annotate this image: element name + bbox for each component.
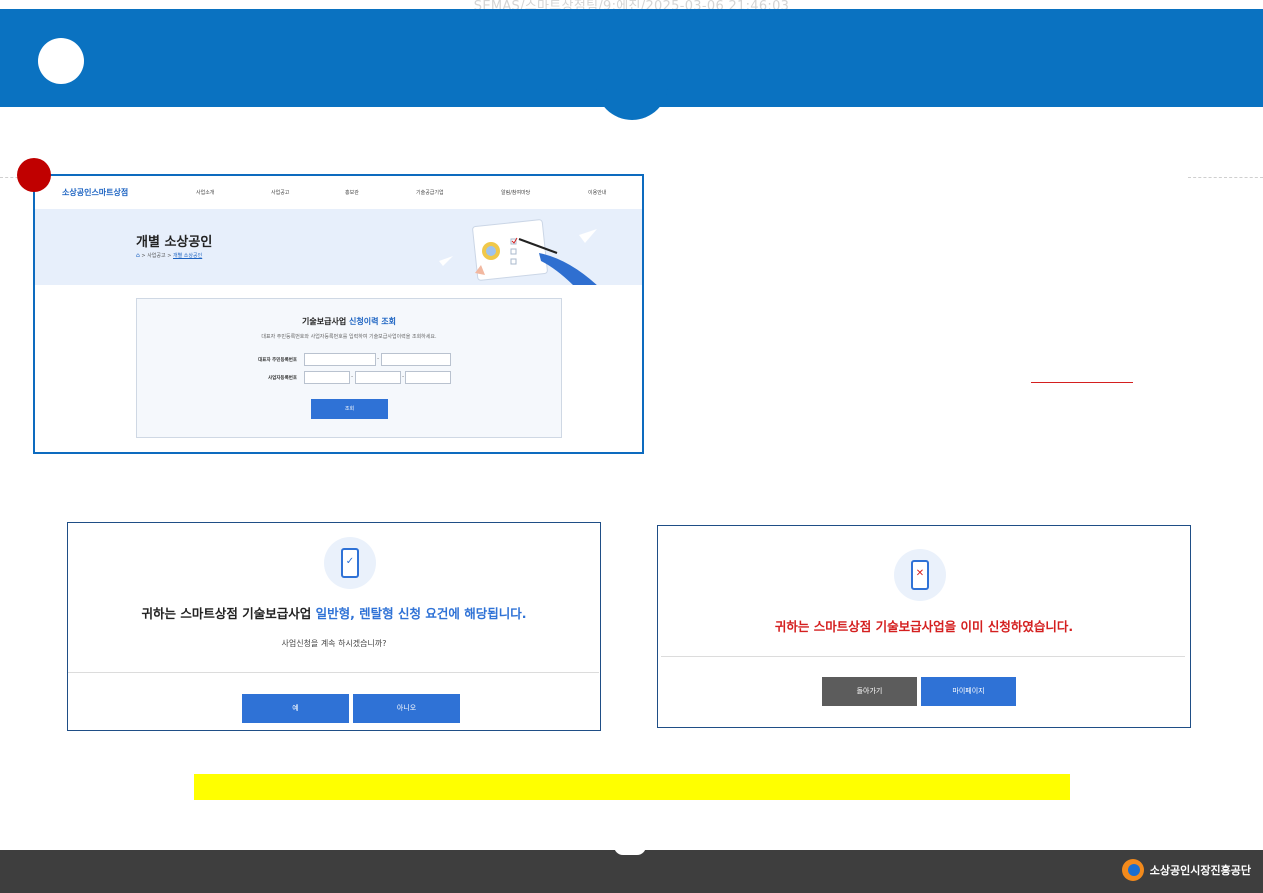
nav-item-guide[interactable]: 이용안내	[588, 189, 606, 196]
footer-org-logo: 소상공인시장진흥공단	[1121, 858, 1251, 882]
home-icon[interactable]: ⌂	[136, 252, 140, 259]
brn-label: 사업자등록번호	[268, 376, 297, 381]
rrn-label: 대표자 주민등록번호	[258, 358, 297, 363]
eligible-title-prefix: 귀하는 스마트상점 기술보급사업	[141, 606, 312, 621]
phone-icon: ✕	[911, 560, 929, 590]
nav-item-notice[interactable]: 사업공고	[271, 189, 289, 196]
nav-item-intro[interactable]: 사업소개	[196, 189, 214, 196]
no-button[interactable]: 아니오	[353, 694, 460, 723]
yes-button[interactable]: 예	[242, 694, 349, 723]
site-logo[interactable]: 소상공인스마트상점	[62, 187, 128, 198]
highlight-bar	[194, 774, 1070, 800]
history-lookup-screenshot: 소상공인스마트상점 사업소개 사업공고 홍보관 기술공급기업 알림/참여마당 이…	[33, 174, 644, 454]
x-icon: ✕	[915, 568, 925, 579]
dialog-divider	[68, 672, 599, 673]
header-tab-notch	[596, 82, 668, 120]
already-applied-dialog: ✕ 귀하는 스마트상점 기술보급사업을 이미 신청하였습니다. 돌아가기 마이페…	[657, 525, 1191, 728]
eligible-title-highlight: 일반형, 렌탈형 신청 요건에 해당됩니다.	[315, 606, 527, 621]
form-title-highlight: 신청이력 조회	[349, 317, 396, 326]
brn-separator-1: -	[351, 373, 354, 380]
header-circle-marker	[38, 38, 84, 84]
rrn-front-input[interactable]	[304, 353, 376, 366]
phone-icon: ✓	[341, 548, 359, 578]
history-lookup-form: 기술보급사업 신청이력 조회 대표자 주민등록번호와 사업자등록번호를 입력하여…	[136, 298, 562, 438]
footer-tab-notch	[614, 846, 646, 855]
hero-banner: 개별 소상공인 ⌂ > 사업공고 > 개별 소상공인	[35, 209, 642, 285]
breadcrumb-separator: >	[167, 253, 172, 259]
nav-item-suppliers[interactable]: 기술공급기업	[416, 189, 444, 196]
form-title: 기술보급사업 신청이력 조회	[137, 316, 561, 327]
eligible-dialog: ✓ 귀하는 스마트상점 기술보급사업 일반형, 렌탈형 신청 요건에 해당됩니다…	[67, 522, 601, 731]
brn-separator-2: -	[402, 373, 405, 380]
already-applied-title: 귀하는 스마트상점 기술보급사업을 이미 신청하였습니다.	[774, 619, 1074, 634]
rrn-separator: -	[377, 355, 380, 362]
breadcrumb-current[interactable]: 개별 소상공인	[173, 253, 202, 259]
form-description: 대표자 주민등록번호와 사업자등록번호를 입력하여 기술보급사업이력을 조회하세…	[261, 334, 437, 340]
brn-part2-input[interactable]	[355, 371, 401, 384]
phone-x-icon: ✕	[894, 549, 946, 601]
breadcrumb-item[interactable]: 사업공고	[147, 253, 165, 259]
red-marker	[17, 158, 51, 192]
divider-right	[1188, 177, 1263, 178]
brn-part3-input[interactable]	[405, 371, 451, 384]
phone-check-icon: ✓	[324, 537, 376, 589]
nav-item-community[interactable]: 알림/참여마당	[501, 189, 530, 196]
dialog-divider	[661, 656, 1185, 657]
page-title: 개별 소상공인	[136, 235, 213, 250]
brn-part1-input[interactable]	[304, 371, 350, 384]
red-underline	[1031, 382, 1133, 383]
footer-org-name: 소상공인시장진흥공단	[1149, 864, 1251, 877]
eligible-dialog-title: 귀하는 스마트상점 기술보급사업 일반형, 렌탈형 신청 요건에 해당됩니다.	[68, 603, 600, 622]
site-nav: 소상공인스마트상점 사업소개 사업공고 홍보관 기술공급기업 알림/참여마당 이…	[35, 176, 642, 208]
smart-shop-illustration	[439, 219, 597, 285]
eligible-dialog-question: 사업신청을 계속 하시겠습니까?	[281, 639, 387, 648]
back-button[interactable]: 돌아가기	[822, 677, 917, 706]
nav-item-pr[interactable]: 홍보관	[345, 189, 359, 196]
rrn-back-input[interactable]	[381, 353, 451, 366]
breadcrumb: ⌂ > 사업공고 > 개별 소상공인	[136, 252, 202, 259]
form-title-prefix: 기술보급사업	[302, 317, 347, 326]
mypage-button[interactable]: 마이페이지	[921, 677, 1016, 706]
query-button[interactable]: 조회	[311, 399, 388, 419]
breadcrumb-separator: >	[141, 253, 146, 259]
semas-logo-icon	[1121, 859, 1144, 881]
footer	[0, 850, 1263, 893]
check-icon: ✓	[345, 556, 355, 567]
